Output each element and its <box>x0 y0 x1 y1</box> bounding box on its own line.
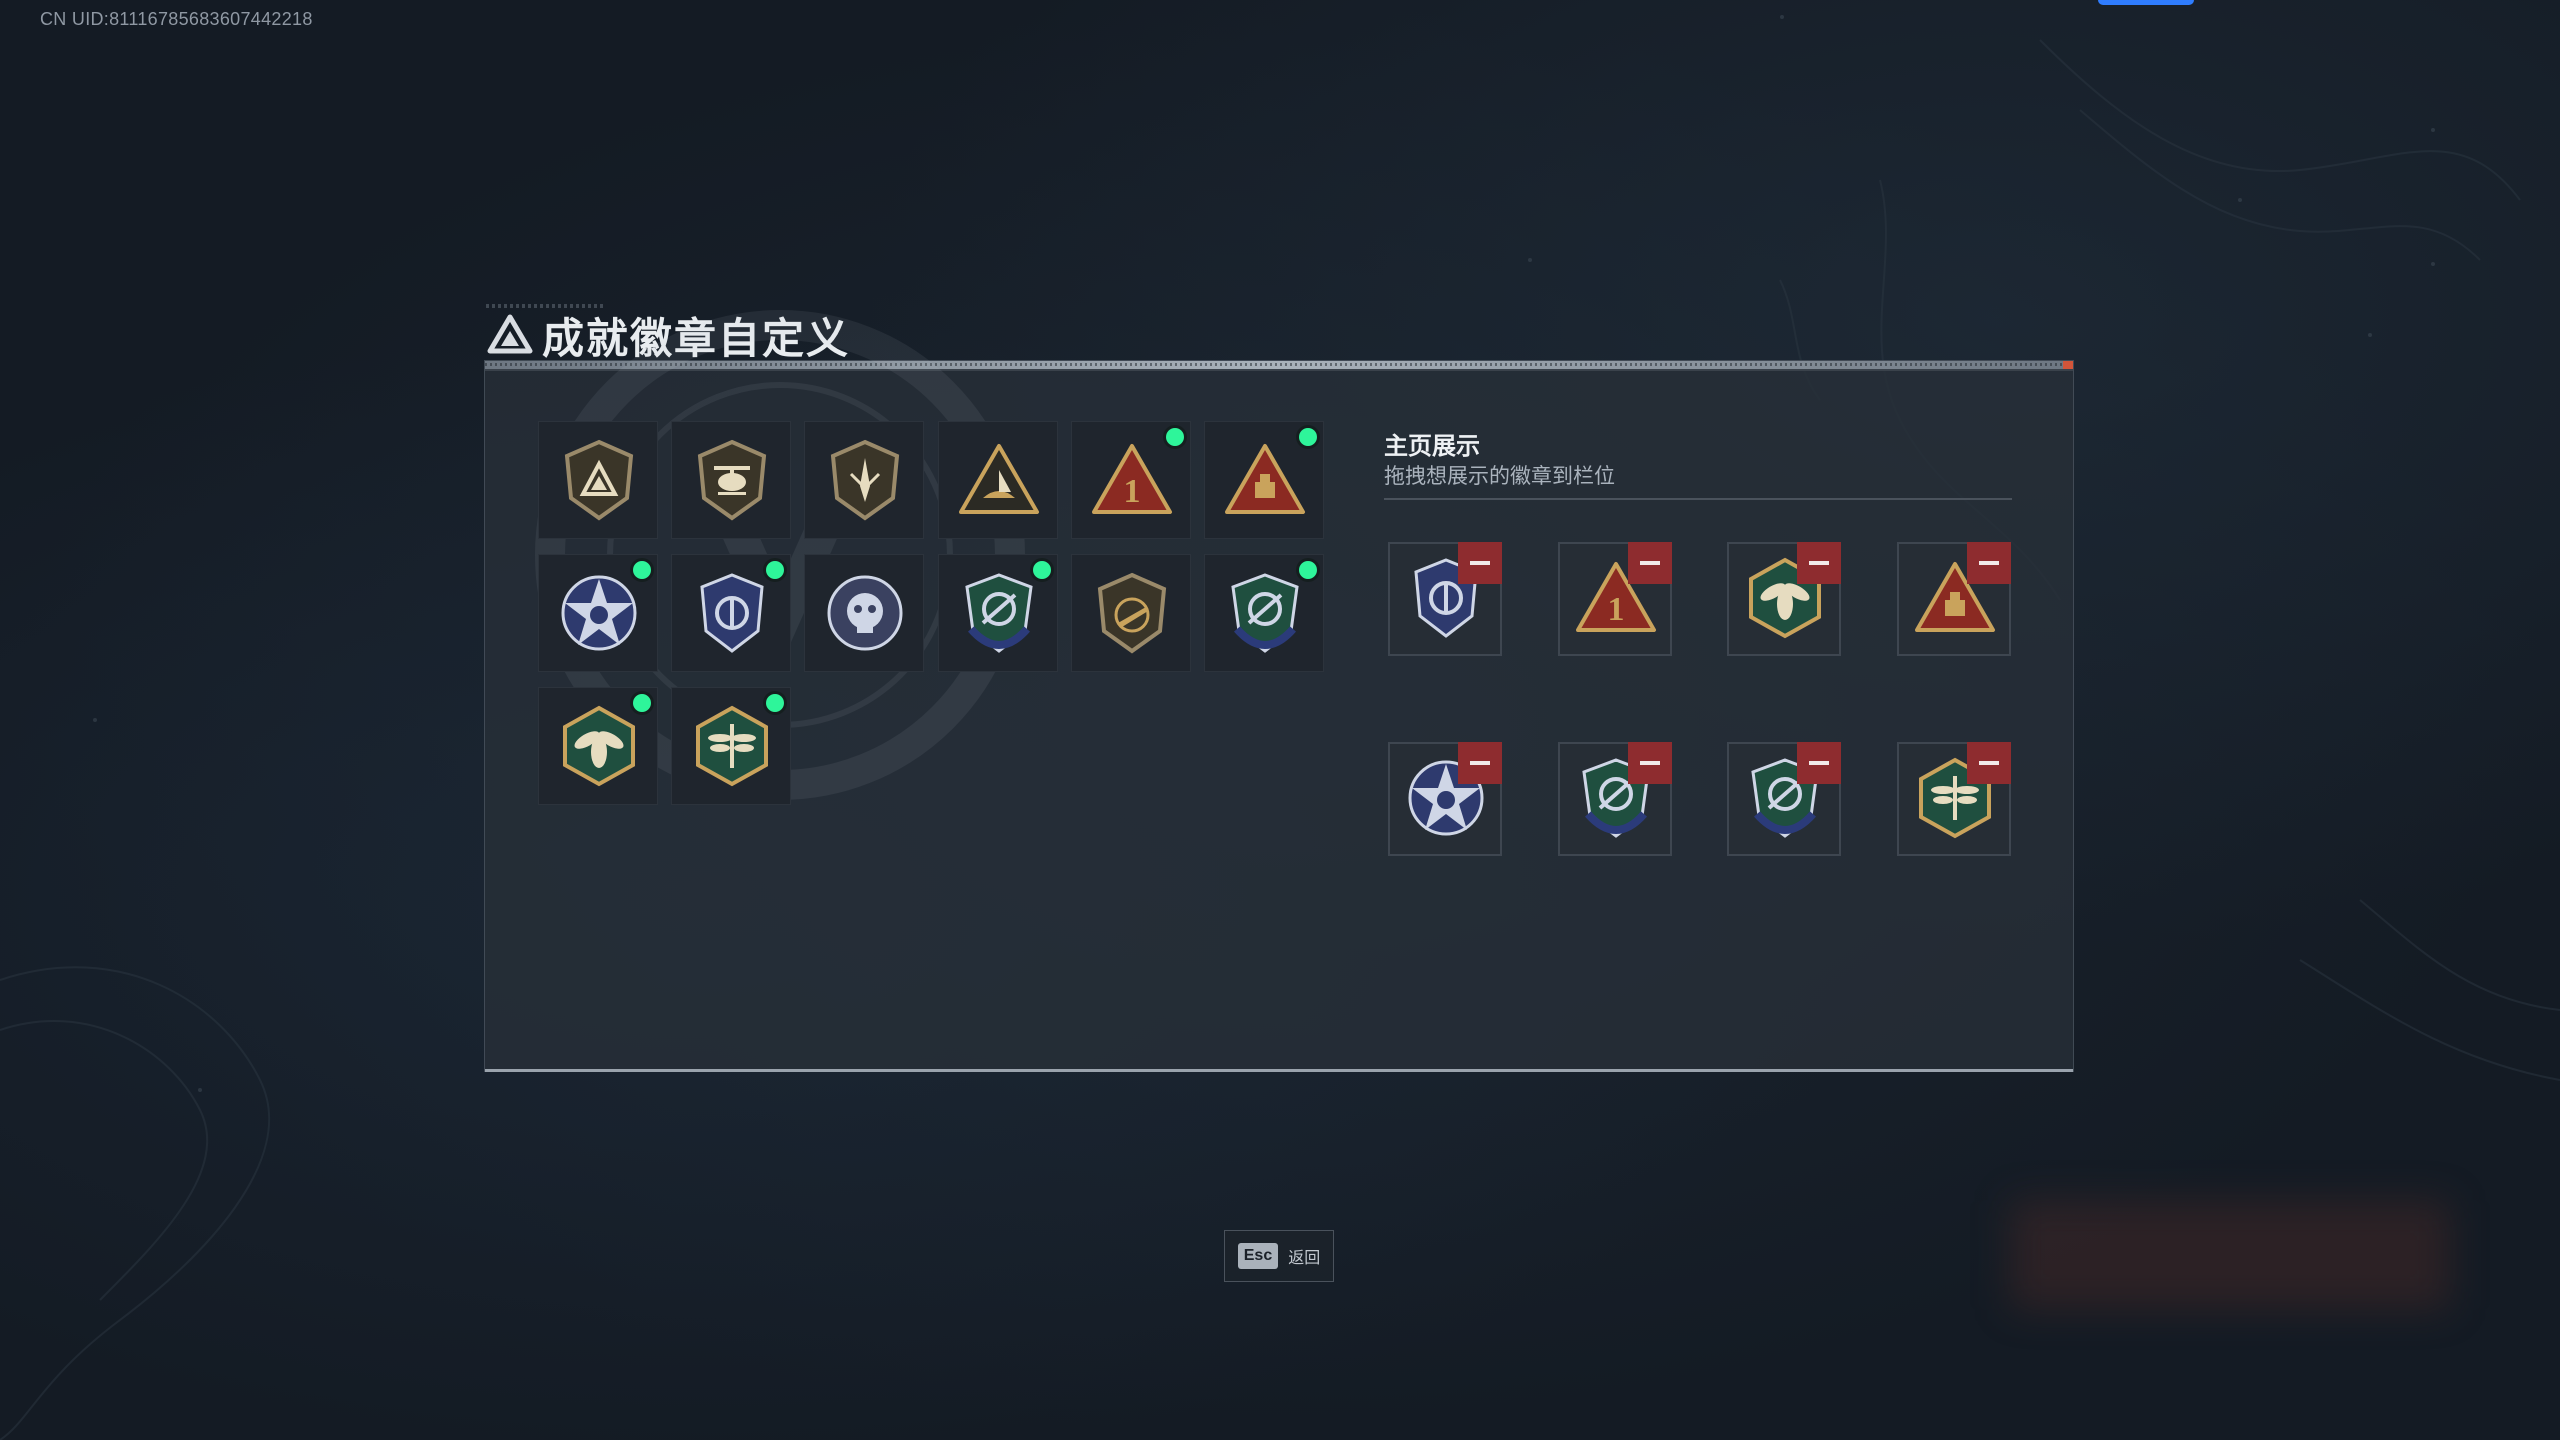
top-tab-indicator[interactable] <box>2098 0 2194 5</box>
svg-text:1: 1 <box>1123 473 1140 510</box>
display-slot[interactable]: 1 <box>1557 542 1672 656</box>
new-indicator-dot <box>1299 428 1317 446</box>
back-button[interactable]: Esc 返回 <box>1224 1230 1334 1282</box>
badge-slot[interactable] <box>937 554 1058 672</box>
panel-bottom-line <box>485 1069 2073 1072</box>
back-label: 返回 <box>1288 1250 1321 1267</box>
display-section-title: 主页展示 <box>1384 433 1480 460</box>
badge-slot[interactable] <box>671 554 792 672</box>
new-indicator-dot <box>766 561 785 579</box>
badge-slot[interactable] <box>1204 421 1324 539</box>
display-divider <box>1384 498 2012 500</box>
new-indicator-dot <box>633 694 651 712</box>
blurred-background-panel <box>2010 1200 2450 1310</box>
display-slot[interactable] <box>1727 542 1841 656</box>
remove-badge-button[interactable] <box>1797 742 1841 784</box>
badge-slot[interactable] <box>804 554 925 672</box>
remove-badge-button[interactable] <box>1627 542 1672 584</box>
display-slot[interactable] <box>1388 542 1502 656</box>
badge-slot[interactable]: 1 <box>1070 421 1191 539</box>
badge-slot[interactable] <box>1204 554 1324 672</box>
display-slot[interactable] <box>1557 742 1672 856</box>
remove-badge-button[interactable] <box>1458 742 1502 784</box>
esc-key-icon: Esc <box>1237 1243 1279 1269</box>
remove-badge-button[interactable] <box>1966 542 2011 584</box>
remove-badge-button[interactable] <box>1797 542 1841 584</box>
user-id-label: CN UID:81116785683607442218 <box>40 9 313 29</box>
new-indicator-dot <box>633 561 651 579</box>
display-section-subtitle: 拖拽想展示的徽章到栏位 <box>1384 465 1615 488</box>
new-indicator-dot <box>1299 561 1317 579</box>
display-slot[interactable] <box>1388 742 1502 856</box>
new-indicator-dot <box>1165 428 1184 446</box>
display-slot[interactable] <box>1727 742 1841 856</box>
remove-badge-button[interactable] <box>1627 742 1672 784</box>
badge-slot[interactable] <box>538 687 658 805</box>
new-indicator-dot <box>766 694 785 712</box>
new-indicator-dot <box>1032 561 1051 579</box>
remove-badge-button[interactable] <box>1966 742 2011 784</box>
badge-slot[interactable] <box>671 421 792 539</box>
badge-slot[interactable] <box>1070 554 1191 672</box>
display-slot[interactable] <box>1896 742 2011 856</box>
svg-text:1: 1 <box>1607 591 1624 628</box>
badge-slot[interactable] <box>538 421 658 539</box>
screen: CN UID:81116785683607442218 成就徽章自定义 1 主页… <box>0 0 2560 1440</box>
badge-slot[interactable] <box>538 554 658 672</box>
badge-slot[interactable] <box>937 421 1058 539</box>
badge-slot[interactable] <box>671 687 792 805</box>
remove-badge-button[interactable] <box>1458 542 1502 584</box>
badge-slot[interactable] <box>804 421 925 539</box>
display-slot[interactable] <box>1896 542 2011 656</box>
